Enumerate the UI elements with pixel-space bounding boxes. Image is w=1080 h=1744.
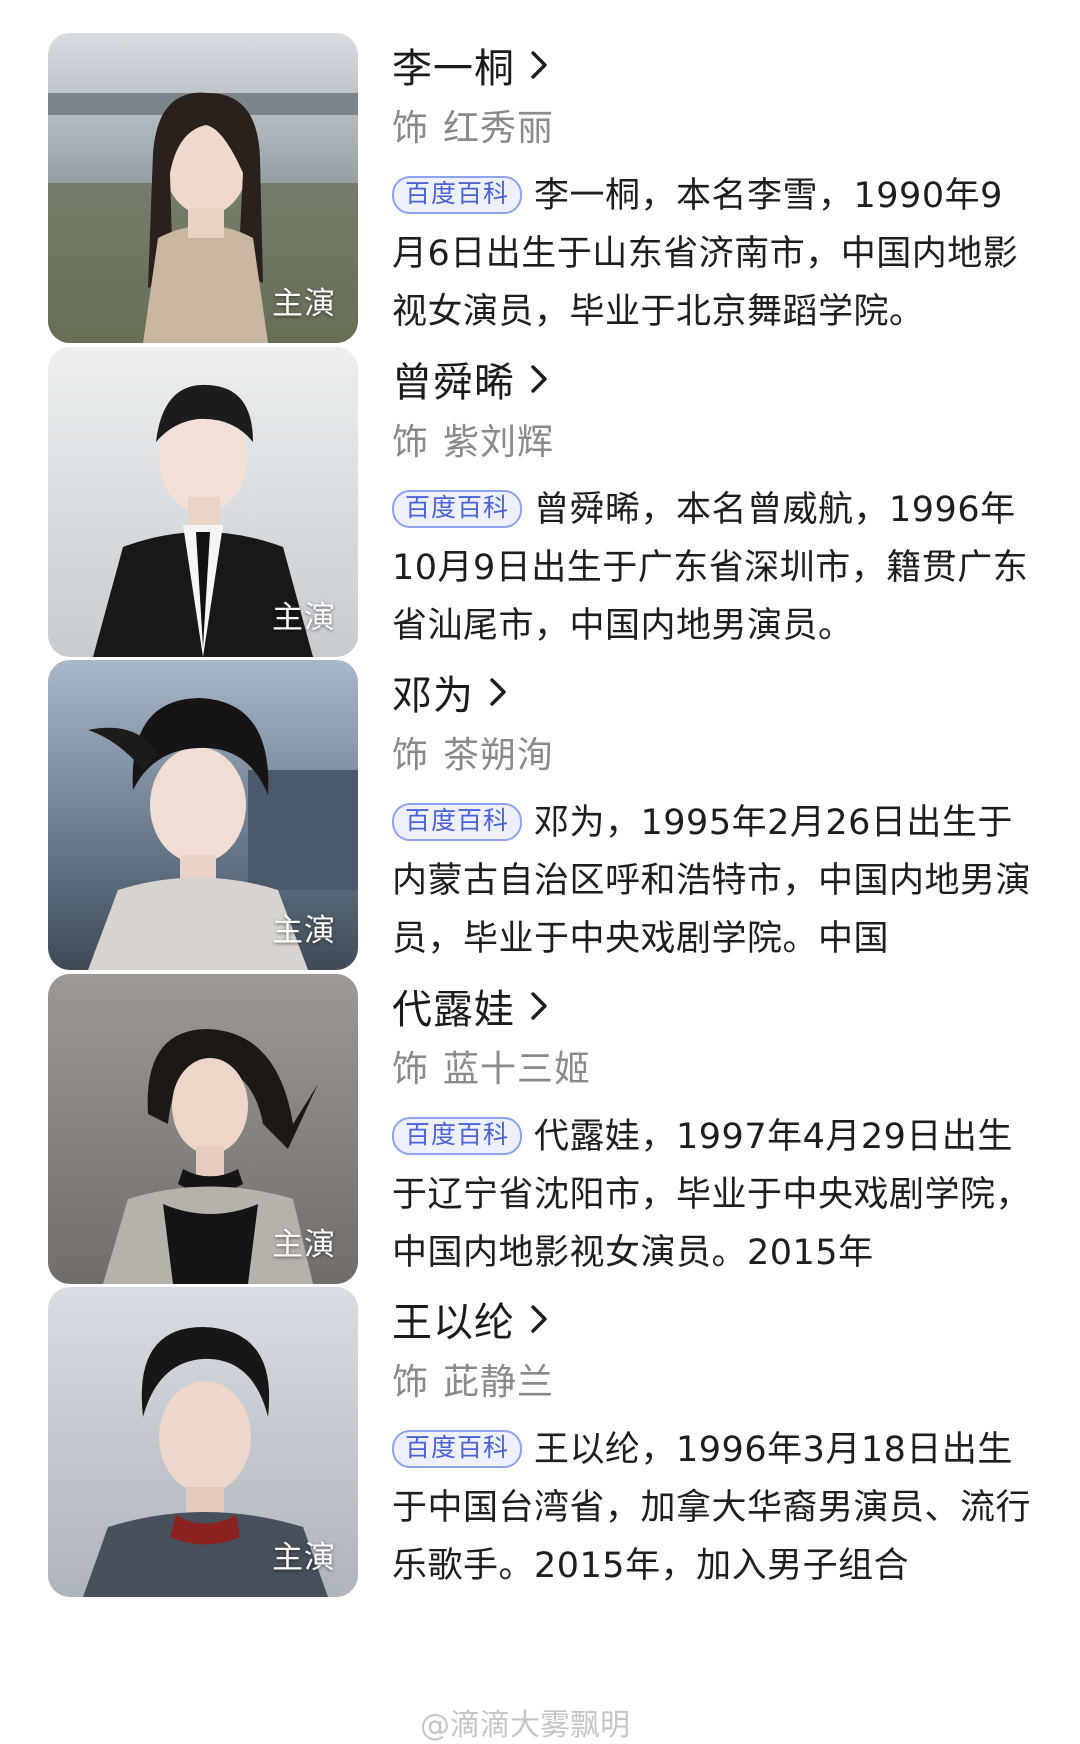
chevron-right-icon bbox=[531, 51, 547, 79]
cast-item[interactable]: 主演 邓为 饰 茶朔洵 百度百科 邓为，1995年2月26日出生于内蒙古自治区呼和… bbox=[48, 660, 1038, 970]
actor-info: 李一桐 饰 红秀丽 百度百科 李一桐，本名李雪，1990年9月6日出生于山东省济南… bbox=[392, 33, 1032, 341]
role-prefix: 饰 bbox=[392, 1362, 430, 1403]
chevron-right-icon bbox=[531, 992, 547, 1020]
role-prefix: 饰 bbox=[392, 1049, 430, 1090]
actor-name-link[interactable]: 王以纶 bbox=[392, 1287, 1032, 1351]
character-name: 茶朔洵 bbox=[443, 735, 555, 776]
role-tag: 主演 bbox=[272, 286, 336, 322]
character-name: 红秀丽 bbox=[443, 108, 555, 149]
cast-item[interactable]: 主演 曾舜晞 饰 紫刘辉 百度百科 曾舜晞，本名曾威航，1996年10月9日出生于… bbox=[48, 347, 1038, 657]
cast-item[interactable]: 主演 李一桐 饰 红秀丽 百度百科 李一桐，本名李雪，1990年9月6日出生于山东… bbox=[48, 33, 1038, 343]
bio-text: 百度百科 李一桐，本名李雪，1990年9月6日出生于山东省济南市，中国内地影视女演… bbox=[392, 167, 1032, 341]
role-prefix: 饰 bbox=[392, 108, 430, 149]
character-name: 蓝十三姬 bbox=[443, 1049, 592, 1090]
actor-photo[interactable]: 主演 bbox=[48, 1287, 358, 1597]
role-prefix: 饰 bbox=[392, 422, 430, 463]
chevron-right-icon bbox=[531, 365, 547, 393]
actor-info: 邓为 饰 茶朔洵 百度百科 邓为，1995年2月26日出生于内蒙古自治区呼和浩特市… bbox=[392, 660, 1032, 968]
actor-name-link[interactable]: 李一桐 bbox=[392, 33, 1032, 97]
actor-info: 王以纶 饰 茈静兰 百度百科 王以纶，1996年3月18日出生于中国台湾省，加拿大… bbox=[392, 1287, 1032, 1595]
role-tag: 主演 bbox=[272, 1540, 336, 1576]
actor-info: 代露娃 饰 蓝十三姬 百度百科 代露娃，1997年4月29日出生于辽宁省沈阳市，毕… bbox=[392, 974, 1032, 1282]
chevron-right-icon bbox=[531, 1305, 547, 1333]
character-role: 饰 红秀丽 bbox=[392, 97, 1032, 153]
cast-item[interactable]: 主演 王以纶 饰 茈静兰 百度百科 王以纶，1996年3月18日出生于中国台湾省，… bbox=[48, 1287, 1038, 1597]
actor-name: 李一桐 bbox=[392, 46, 515, 92]
character-role: 饰 蓝十三姬 bbox=[392, 1038, 1032, 1094]
actor-name: 王以纶 bbox=[392, 1300, 515, 1346]
actor-name-link[interactable]: 曾舜晞 bbox=[392, 347, 1032, 411]
actor-info: 曾舜晞 饰 紫刘辉 百度百科 曾舜晞，本名曾威航，1996年10月9日出生于广东省… bbox=[392, 347, 1032, 655]
role-tag: 主演 bbox=[272, 913, 336, 949]
cast-item[interactable]: 主演 代露娃 饰 蓝十三姬 百度百科 代露娃，1997年4月29日出生于辽宁省沈阳… bbox=[48, 974, 1038, 1284]
bio-text: 百度百科 王以纶，1996年3月18日出生于中国台湾省，加拿大华裔男演员、流行乐歌… bbox=[392, 1421, 1032, 1595]
actor-name-link[interactable]: 代露娃 bbox=[392, 974, 1032, 1038]
actor-name-link[interactable]: 邓为 bbox=[392, 660, 1032, 724]
watermark: @滴滴大雾飘明 bbox=[420, 1708, 630, 1743]
baike-badge[interactable]: 百度百科 bbox=[392, 490, 523, 528]
bio-text: 百度百科 曾舜晞，本名曾威航，1996年10月9日出生于广东省深圳市，籍贯广东省汕… bbox=[392, 481, 1032, 655]
character-name: 紫刘辉 bbox=[443, 422, 555, 463]
role-tag: 主演 bbox=[272, 1227, 336, 1263]
role-prefix: 饰 bbox=[392, 735, 430, 776]
actor-name: 邓为 bbox=[392, 673, 474, 719]
role-tag: 主演 bbox=[272, 600, 336, 636]
actor-name: 曾舜晞 bbox=[392, 360, 515, 406]
baike-badge[interactable]: 百度百科 bbox=[392, 176, 523, 214]
baike-badge[interactable]: 百度百科 bbox=[392, 1117, 523, 1155]
character-name: 茈静兰 bbox=[443, 1362, 555, 1403]
character-role: 饰 茶朔洵 bbox=[392, 724, 1032, 780]
actor-photo[interactable]: 主演 bbox=[48, 33, 358, 343]
chevron-right-icon bbox=[490, 678, 506, 706]
actor-photo[interactable]: 主演 bbox=[48, 660, 358, 970]
baike-badge[interactable]: 百度百科 bbox=[392, 803, 523, 841]
actor-photo[interactable]: 主演 bbox=[48, 974, 358, 1284]
actor-photo[interactable]: 主演 bbox=[48, 347, 358, 657]
character-role: 饰 紫刘辉 bbox=[392, 411, 1032, 467]
bio-text: 百度百科 代露娃，1997年4月29日出生于辽宁省沈阳市，毕业于中央戏剧学院，中国… bbox=[392, 1108, 1032, 1282]
baike-badge[interactable]: 百度百科 bbox=[392, 1430, 523, 1468]
character-role: 饰 茈静兰 bbox=[392, 1351, 1032, 1407]
bio-text: 百度百科 邓为，1995年2月26日出生于内蒙古自治区呼和浩特市，中国内地男演员，… bbox=[392, 794, 1032, 968]
actor-name: 代露娃 bbox=[392, 987, 515, 1033]
